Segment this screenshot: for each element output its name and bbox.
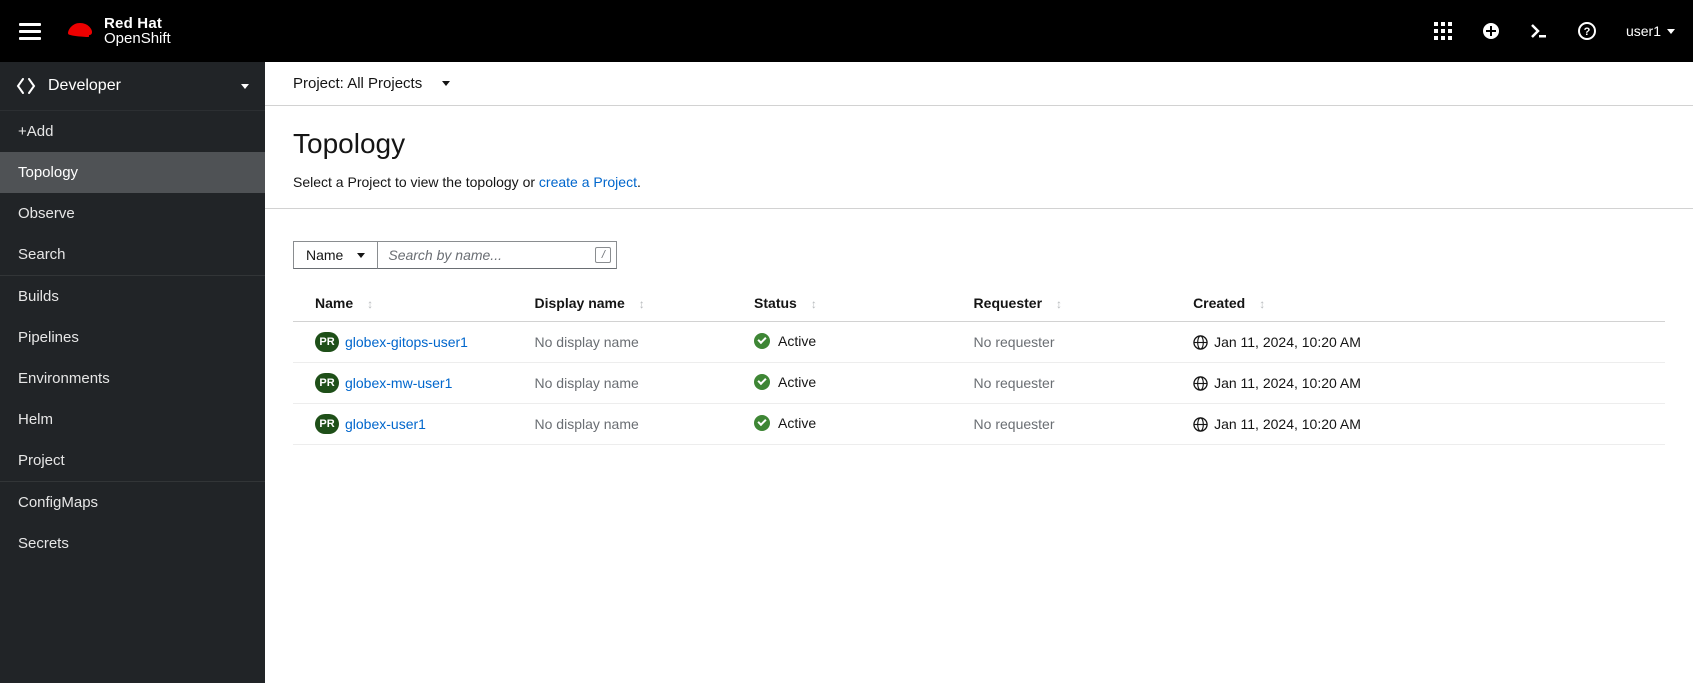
sort-icon (1259, 297, 1265, 311)
perspective-label: Developer (48, 77, 121, 95)
sidebar-item-helm[interactable]: Helm (0, 399, 265, 440)
requester-cell: No requester (952, 363, 1172, 404)
svg-text:?: ? (1584, 26, 1591, 38)
page-description: Select a Project to view the topology or… (293, 174, 1665, 190)
help-button[interactable]: ? (1578, 22, 1596, 40)
create-project-link[interactable]: create a Project (539, 174, 637, 190)
brand-text-bottom: OpenShift (104, 31, 171, 46)
caret-down-icon (357, 253, 365, 258)
filter-attribute-dropdown[interactable]: Name (293, 241, 377, 269)
projects-table: NameDisplay nameStatusRequesterCreated P… (293, 285, 1665, 445)
main-content: Project: All Projects Topology Select a … (265, 62, 1693, 683)
status-cell: Active (754, 415, 816, 431)
project-badge: PR (315, 332, 339, 352)
user-name: user1 (1626, 23, 1661, 39)
perspective-switcher[interactable]: Developer (0, 62, 265, 111)
divider (265, 208, 1693, 209)
sidebar-item-builds[interactable]: Builds (0, 276, 265, 317)
import-button[interactable] (1482, 22, 1500, 40)
status-cell: Active (754, 374, 816, 390)
sidebar: Developer +AddTopologyObserveSearchBuild… (0, 62, 265, 683)
status-cell: Active (754, 333, 816, 349)
grid-icon (1434, 22, 1452, 40)
user-menu-button[interactable]: user1 (1626, 23, 1675, 39)
table-row: PR globex-user1 No display name Active No re… (293, 404, 1665, 445)
table-row: PR globex-mw-user1 No display name Active No… (293, 363, 1665, 404)
requester-cell: No requester (952, 322, 1172, 363)
search-input[interactable] (377, 241, 617, 269)
sidebar-item-observe[interactable]: Observe (0, 193, 265, 234)
check-circle-icon (754, 374, 770, 390)
filter-toolbar: Name / (265, 217, 1693, 275)
caret-down-icon (241, 84, 249, 89)
table-header-display-name[interactable]: Display name (513, 285, 733, 322)
globe-icon (1193, 376, 1208, 391)
page-title: Topology (293, 128, 1665, 160)
sidebar-item-project[interactable]: Project (0, 440, 265, 481)
sidebar-item-topology[interactable]: Topology (0, 152, 265, 193)
terminal-icon (1530, 22, 1548, 40)
sort-icon (1056, 297, 1062, 311)
check-circle-icon (754, 415, 770, 431)
project-link[interactable]: globex-user1 (345, 416, 426, 432)
created-cell: Jan 11, 2024, 10:20 AM (1171, 363, 1665, 404)
project-label-value: All Projects (347, 75, 422, 92)
plus-circle-icon (1482, 22, 1500, 40)
display-name-cell: No display name (513, 404, 733, 445)
brand-text-top: Red Hat (104, 16, 171, 31)
terminal-button[interactable] (1530, 22, 1548, 40)
project-link[interactable]: globex-mw-user1 (345, 375, 452, 391)
keyboard-shortcut-badge: / (595, 247, 611, 263)
created-cell: Jan 11, 2024, 10:20 AM (1171, 404, 1665, 445)
sort-icon (367, 297, 373, 311)
caret-down-icon (1667, 29, 1675, 34)
table-header-name[interactable]: Name (293, 285, 513, 322)
requester-cell: No requester (952, 404, 1172, 445)
globe-icon (1193, 417, 1208, 432)
question-circle-icon: ? (1578, 22, 1596, 40)
sidebar-item-configmaps[interactable]: ConfigMaps (0, 482, 265, 523)
apps-launcher-button[interactable] (1434, 22, 1452, 40)
sidebar-item-environments[interactable]: Environments (0, 358, 265, 399)
redhat-hat-icon (64, 19, 96, 43)
sidebar-item-secrets[interactable]: Secrets (0, 523, 265, 564)
caret-down-icon (442, 81, 450, 86)
sidebar-item--add[interactable]: +Add (0, 111, 265, 152)
table-header-status[interactable]: Status (732, 285, 952, 322)
masthead: Red Hat OpenShift ? user1 (0, 0, 1693, 62)
project-selector[interactable]: Project: All Projects (265, 62, 1693, 106)
project-link[interactable]: globex-gitops-user1 (345, 334, 468, 350)
sort-icon (811, 297, 817, 311)
hamburger-menu-button[interactable] (16, 17, 44, 45)
table-header-requester[interactable]: Requester (952, 285, 1172, 322)
sidebar-item-search[interactable]: Search (0, 234, 265, 275)
project-badge: PR (315, 373, 339, 393)
display-name-cell: No display name (513, 322, 733, 363)
project-label-prefix: Project: (293, 75, 344, 92)
display-name-cell: No display name (513, 363, 733, 404)
sort-icon (639, 297, 645, 311)
globe-icon (1193, 335, 1208, 350)
code-icon (16, 76, 36, 96)
sidebar-item-pipelines[interactable]: Pipelines (0, 317, 265, 358)
project-badge: PR (315, 414, 339, 434)
table-row: PR globex-gitops-user1 No display name Acti… (293, 322, 1665, 363)
check-circle-icon (754, 333, 770, 349)
brand-logo[interactable]: Red Hat OpenShift (64, 16, 171, 46)
created-cell: Jan 11, 2024, 10:20 AM (1171, 322, 1665, 363)
table-header-created[interactable]: Created (1171, 285, 1665, 322)
